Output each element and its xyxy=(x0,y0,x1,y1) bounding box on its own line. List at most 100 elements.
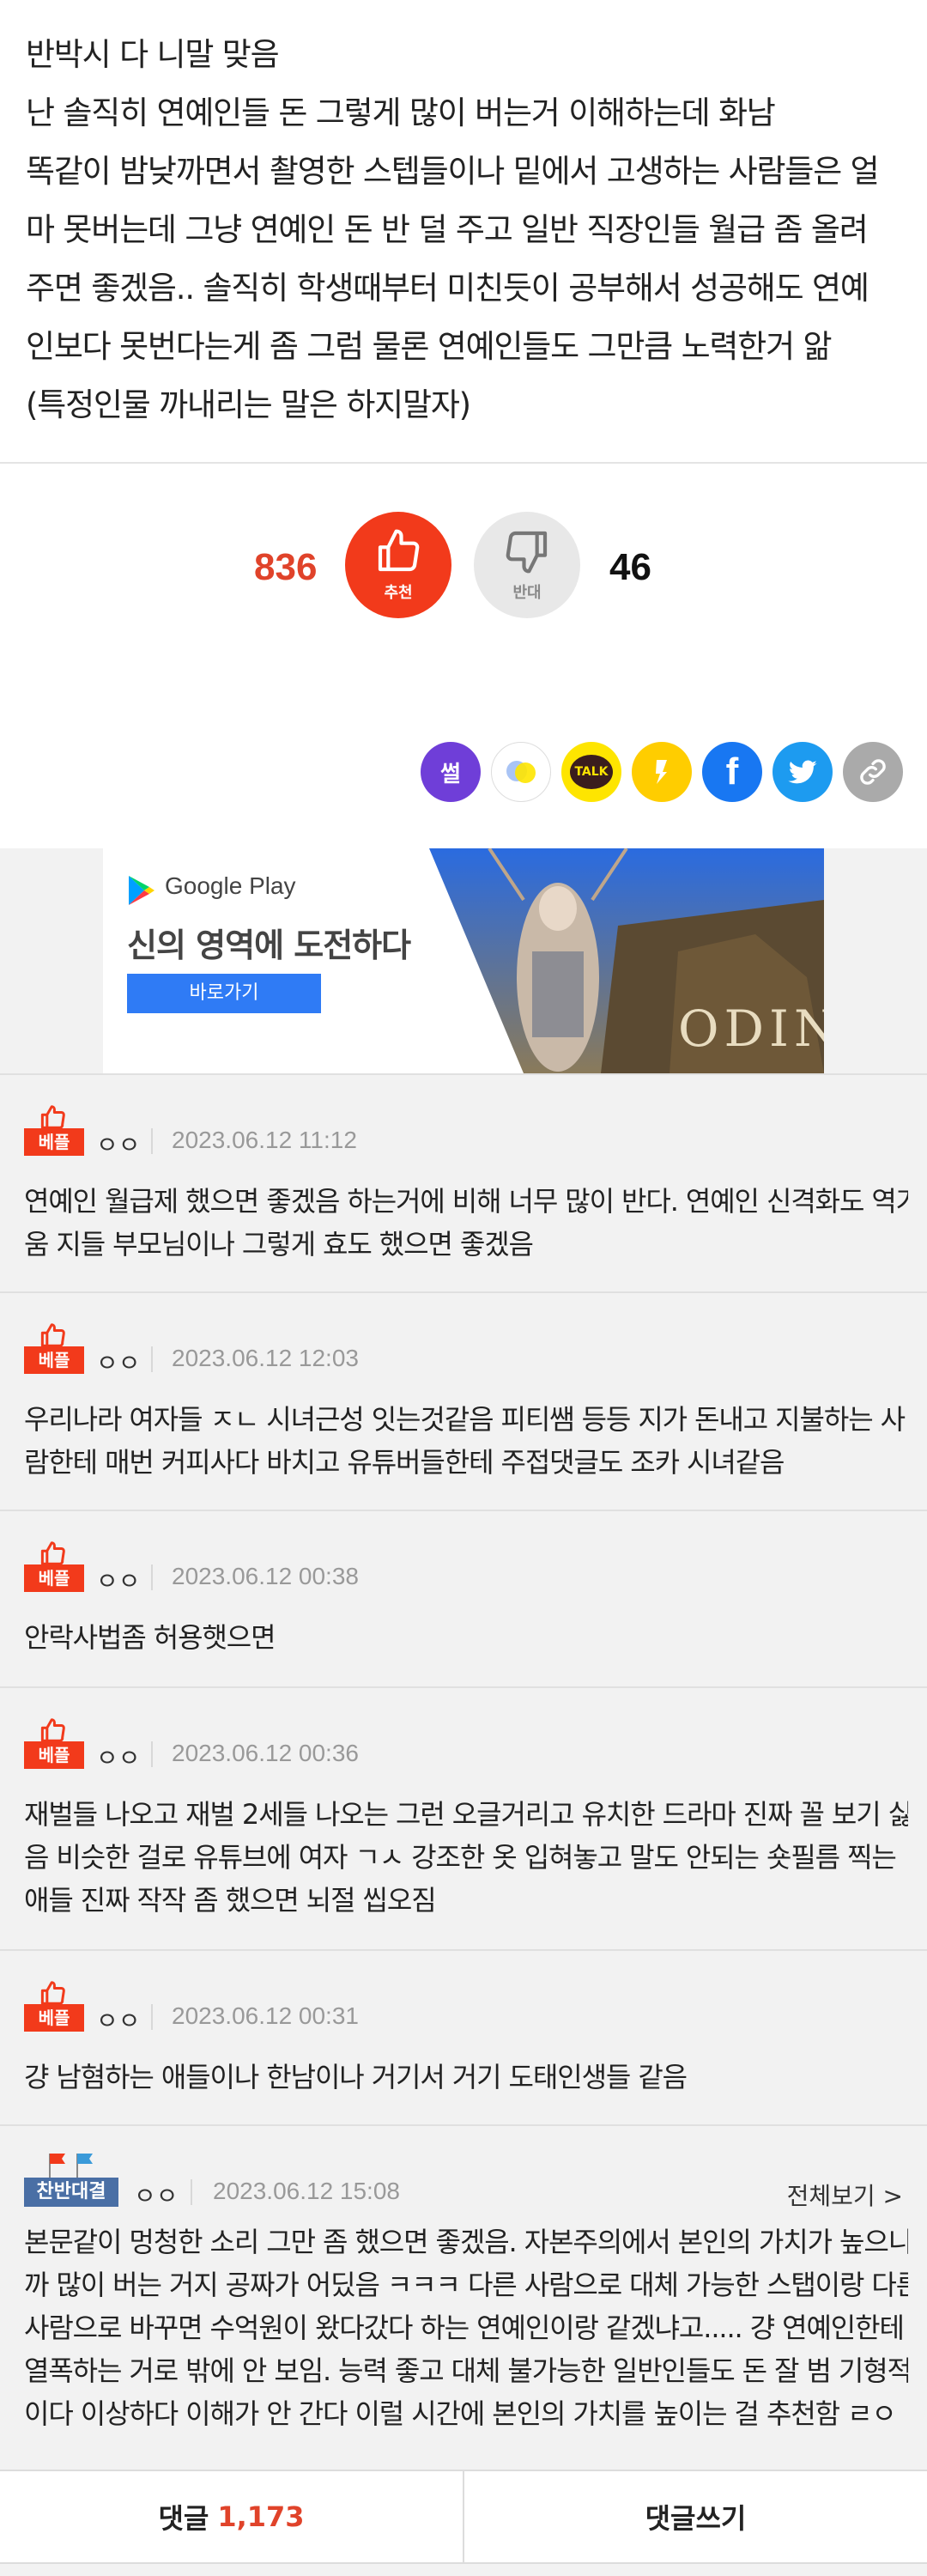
divider xyxy=(151,1741,153,1767)
comment-line: 애들 진짜 작작 좀 했으면 뇌절 씹오짐 xyxy=(24,1884,437,1917)
share-ssul-button[interactable]: 썰 xyxy=(421,742,481,802)
kakao-chat-icon xyxy=(506,761,536,783)
google-play-icon xyxy=(129,876,154,905)
thumbs-down-icon xyxy=(506,531,548,574)
comment-date: 2023.06.12 00:38 xyxy=(172,1563,359,1589)
vote-section: 836 추천 반대 46 xyxy=(0,508,927,629)
thumbs-up-icon xyxy=(40,1105,65,1129)
twitter-icon xyxy=(788,760,817,784)
post-line: 반박시 다 니말 맞음 xyxy=(26,36,280,73)
link-icon xyxy=(860,759,886,785)
comment-date: 2023.06.12 12:03 xyxy=(172,1345,359,1371)
kakaostory-icon xyxy=(656,760,667,784)
comments-label: 댓글 xyxy=(158,2502,209,2535)
comment-line: 우리나라 여자들 ㅈㄴ 시녀근성 잇는것같음 피티쌤 등등 지가 돈내고 지불하… xyxy=(24,1403,906,1436)
debate-badge: 찬반대결 xyxy=(24,2152,118,2207)
ad-store-name: Google Play xyxy=(165,872,296,899)
thumbs-up-icon xyxy=(40,1718,65,1742)
divider xyxy=(151,1564,153,1590)
share-kakao-chat-button[interactable] xyxy=(491,742,551,802)
best-badge-label: 베플 xyxy=(24,1128,84,1156)
bottom-action-bar: 댓글 1,173 댓글쓰기 xyxy=(0,2470,927,2564)
comment-text: 본문같이 멍청한 소리 그만 좀 했으면 좋겠음. 자본주의에서 본인의 가치가… xyxy=(24,2221,908,2435)
comment-date: 2023.06.12 00:31 xyxy=(172,2002,359,2029)
share-twitter-button[interactable] xyxy=(772,742,833,802)
comment-meta: 베플 ㅇㅇ 2023.06.12 00:31 xyxy=(24,1980,903,2035)
comment-line: 이다 이상하다 이해가 안 간다 이럴 시간에 본인의 가치를 높이는 걸 추천… xyxy=(24,2397,897,2430)
thumbs-up-icon xyxy=(40,1323,65,1347)
comment-meta: 베플 ㅇㅇ 2023.06.12 00:38 xyxy=(24,1540,903,1595)
post-line: 난 솔직히 연예인들 돈 그렇게 많이 버는거 이해하는데 화남 xyxy=(26,94,776,131)
ad-cta-button[interactable]: 바로가기 xyxy=(127,974,321,1013)
best-comment-badge: 베플 xyxy=(24,1540,84,1592)
best-badge-label: 베플 xyxy=(24,1346,84,1374)
downvote-label: 반대 xyxy=(512,584,542,602)
downvote-button[interactable]: 반대 xyxy=(474,512,580,618)
post-line: 똑같이 밤낮까면서 촬영한 스텝들이나 밑에서 고생하는 사람들은 얼 xyxy=(26,153,880,190)
share-kakaotalk-button[interactable]: TALK xyxy=(561,742,621,802)
upvote-count: 836 xyxy=(254,546,318,588)
comment-line: 연예인 월급제 했으면 좋겠음 하는거에 비해 너무 많이 반다. 연예인 신격… xyxy=(24,1185,908,1218)
ad-banner[interactable]: Google Play 신의 영역에 도전하다 바로가기 ODIN xyxy=(103,848,824,1073)
comment-meta: 베플 ㅇㅇ 2023.06.12 12:03 xyxy=(24,1322,903,1377)
comment-line: 음 비슷한 걸로 유튜브에 여자 ㄱㅅ 강조한 옷 입혀놓고 말도 안되는 숏필… xyxy=(24,1841,897,1874)
upvote-label: 추천 xyxy=(384,584,413,602)
comment-author: ㅇㅇ xyxy=(96,2007,141,2035)
best-comment-badge: 베플 xyxy=(24,1322,84,1374)
comment-list: 베플 ㅇㅇ 2023.06.12 11:12 연예인 월급제 했으면 좋겠음 하… xyxy=(0,1073,927,2475)
share-facebook-button[interactable]: f xyxy=(702,742,762,802)
debate-badge-label: 찬반대결 xyxy=(24,2178,118,2207)
comments-count: 1,173 xyxy=(217,2500,305,2533)
comment-author: ㅇㅇ xyxy=(96,1349,141,1377)
best-badge-label: 베플 xyxy=(24,2004,84,2032)
comment-line: 재벌들 나오고 재벌 2세들 나오는 그런 오글거리고 유치한 드라마 진짜 꼴… xyxy=(24,1798,908,1831)
facebook-icon: f xyxy=(725,750,739,793)
best-comment-badge: 베플 xyxy=(24,1717,84,1769)
comment-item: 베플 ㅇㅇ 2023.06.12 11:12 연예인 월급제 했으면 좋겠음 하… xyxy=(0,1073,927,1291)
ad-game-logo: ODIN xyxy=(678,999,824,1058)
comment-author: ㅇㅇ xyxy=(96,1567,141,1595)
divider xyxy=(151,1346,153,1372)
share-link-button[interactable] xyxy=(843,742,903,802)
share-bar: 썰 TALK f xyxy=(421,742,903,802)
comment-item: 베플 ㅇㅇ 2023.06.12 00:38 안락사법좀 허용햇으면 xyxy=(0,1510,927,1686)
divider xyxy=(151,1128,153,1154)
comment-item: 베플 ㅇㅇ 2023.06.12 00:31 걍 남혐하는 애들이나 한남이나 … xyxy=(0,1949,927,2124)
comment-text: 재벌들 나오고 재벌 2세들 나오는 그런 오글거리고 유치한 드라마 진짜 꼴… xyxy=(24,1793,908,1922)
upvote-button[interactable]: 추천 xyxy=(345,512,451,618)
comment-meta: 베플 ㅇㅇ 2023.06.12 11:12 xyxy=(24,1104,903,1159)
thumbs-up-icon xyxy=(40,1541,65,1565)
comment-meta: 베플 ㅇㅇ 2023.06.12 00:36 xyxy=(24,1717,903,1772)
post-line: 주면 좋겠음.. 솔직히 학생때부터 미친듯이 공부해서 성공해도 연예 xyxy=(26,270,869,307)
comment-author: ㅇㅇ xyxy=(134,2182,179,2210)
comment-line: 람한테 매번 커피사다 바치고 유튜버들한테 주접댓글도 조카 시녀같음 xyxy=(24,1446,785,1479)
comment-line: 본문같이 멍청한 소리 그만 좀 했으면 좋겠음. 자본주의에서 본인의 가치가… xyxy=(24,2226,908,2258)
comment-item: 베플 ㅇㅇ 2023.06.12 00:36 재벌들 나오고 재벌 2세들 나오… xyxy=(0,1686,927,1949)
best-badge-label: 베플 xyxy=(24,1564,84,1592)
write-comment-button[interactable]: 댓글쓰기 xyxy=(464,2471,927,2562)
debate-comment-item: 찬반대결 ㅇㅇ 2023.06.12 15:08 전체보기 > 본문같이 멍청한… xyxy=(0,2124,927,2475)
comment-text: 안락사법좀 허용햇으면 xyxy=(24,1616,908,1659)
post-body: 반박시 다 니말 맞음 난 솔직히 연예인들 돈 그렇게 많이 버는거 이해하는… xyxy=(0,0,927,464)
comment-author: ㅇㅇ xyxy=(96,1744,141,1772)
divider xyxy=(151,2004,153,2030)
comment-author: ㅇㅇ xyxy=(96,1131,141,1159)
write-comment-label: 댓글쓰기 xyxy=(645,2502,747,2535)
best-badge-label: 베플 xyxy=(24,1741,84,1769)
ad-headline: 신의 영역에 도전하다 xyxy=(127,927,411,964)
post-line: 마 못버는데 그냥 연예인 돈 반 덜 주고 일반 직장인들 월급 좀 올려 xyxy=(26,211,869,248)
comment-text: 걍 남혐하는 애들이나 한남이나 거기서 거기 도태인생들 같음 xyxy=(24,2056,908,2099)
comment-line: 걍 남혐하는 애들이나 한남이나 거기서 거기 도태인생들 같음 xyxy=(24,2061,688,2093)
comments-count-button[interactable]: 댓글 1,173 xyxy=(0,2471,464,2562)
best-comment-badge: 베플 xyxy=(24,1104,84,1156)
comment-date: 2023.06.12 11:12 xyxy=(172,1127,357,1153)
post-line: 인보다 못번다는게 좀 그럼 물론 연예인들도 그만큼 노력한거 앎 xyxy=(26,328,833,365)
debate-flags-icon xyxy=(49,2154,93,2178)
comment-date: 2023.06.12 00:36 xyxy=(172,1740,359,1766)
comment-item: 베플 ㅇㅇ 2023.06.12 12:03 우리나라 여자들 ㅈㄴ 시녀근성 … xyxy=(0,1291,927,1510)
share-kakaostory-button[interactable] xyxy=(632,742,692,802)
ssul-icon: 썰 xyxy=(440,761,461,787)
view-all-link[interactable]: 전체보기 > xyxy=(787,2178,903,2212)
thumbs-up-icon xyxy=(378,529,420,572)
comment-date: 2023.06.12 15:08 xyxy=(213,2178,400,2204)
